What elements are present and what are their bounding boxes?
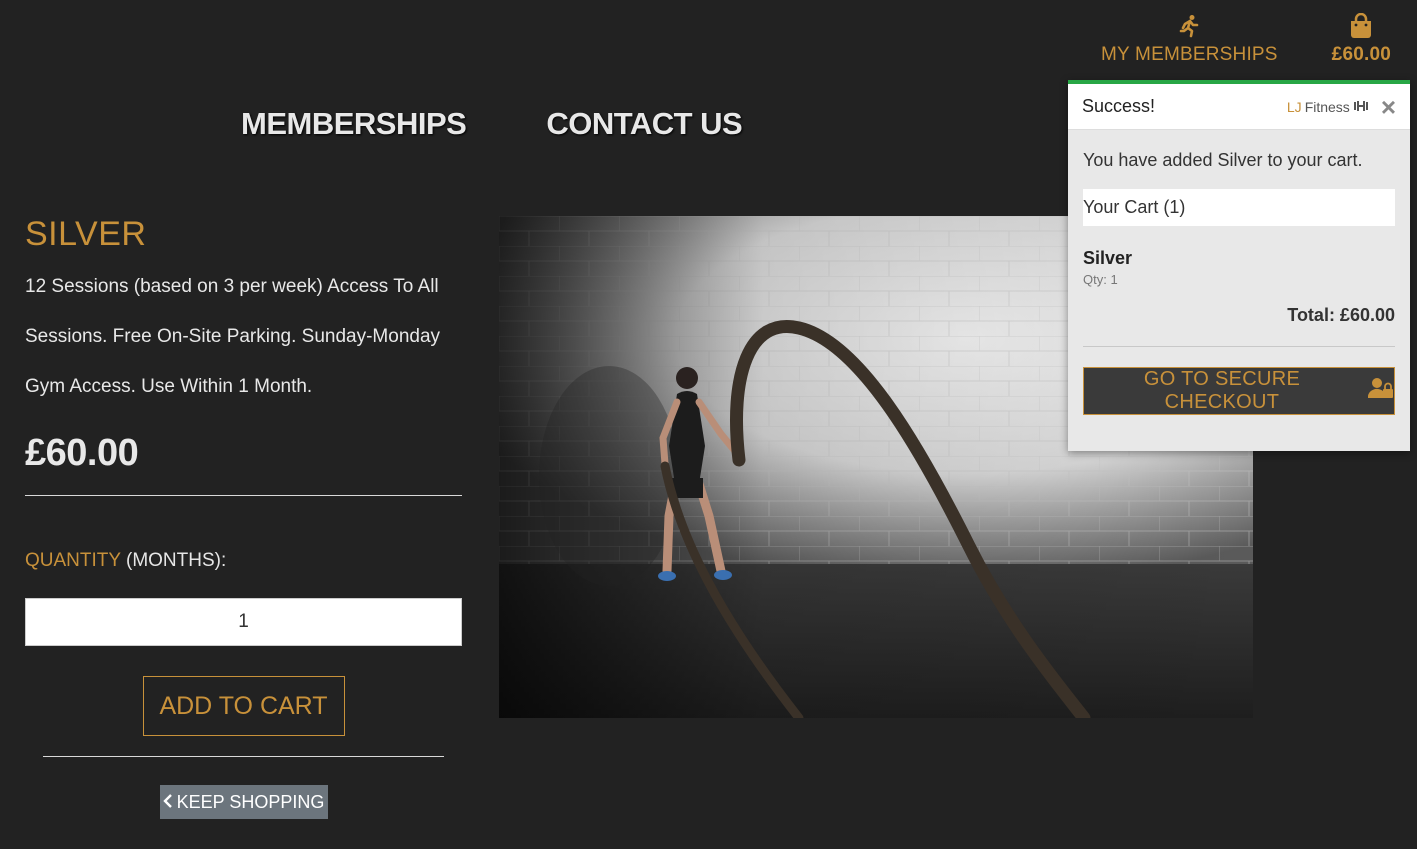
product-price: £60.00 (25, 432, 139, 474)
running-person-icon (1179, 12, 1199, 40)
product-details: SILVER 12 Sessions (based on 3 per week)… (25, 215, 462, 819)
brand-prefix: LJ (1286, 98, 1302, 115)
my-memberships-link[interactable]: MY MEMBERSHIPS (1101, 12, 1278, 66)
toast-body: You have added Silver to your cart. Your… (1068, 130, 1410, 429)
brand-name: Fitness (1304, 98, 1350, 115)
product-title: SILVER (25, 215, 147, 253)
keep-shopping-button[interactable]: KEEP SHOPPING (159, 785, 328, 819)
checkout-label: GO TO SECURE CHECKOUT (1143, 368, 1301, 413)
shopping-bag-icon (1349, 12, 1373, 40)
quantity-label-suffix: (MONTHS): (126, 550, 227, 571)
divider (43, 756, 444, 757)
top-nav: MY MEMBERSHIPS £60.00 (1101, 12, 1391, 66)
cart-item-name: Silver (1083, 248, 1133, 268)
cart-toast: Success! LJ Fitness × You have added Sil… (1068, 80, 1410, 451)
nav-contact-us[interactable]: CONTACT US (546, 106, 742, 142)
keep-shopping-label: KEEP SHOPPING (176, 791, 325, 812)
secure-checkout-button[interactable]: GO TO SECURE CHECKOUT (1083, 367, 1395, 415)
your-cart-label: Your Cart (1) (1083, 189, 1395, 226)
divider (1083, 346, 1395, 347)
quantity-input[interactable] (25, 598, 462, 646)
my-memberships-label: MY MEMBERSHIPS (1101, 44, 1278, 65)
cart-total: £60.00 (1331, 44, 1391, 65)
quantity-label: QUANTITY (MONTHS): (25, 550, 462, 572)
toast-message: You have added Silver to your cart. (1083, 150, 1363, 170)
cart-total-line: Total: £60.00 (1287, 305, 1395, 325)
product-description: 12 Sessions (based on 3 per week) Access… (25, 276, 441, 397)
quantity-label-text: QUANTITY (25, 550, 121, 571)
nav-memberships[interactable]: MEMBERSHIPS (241, 106, 467, 142)
close-icon[interactable]: × (1381, 94, 1396, 120)
toast-header: Success! LJ Fitness × (1068, 84, 1410, 130)
toast-brand: LJ Fitness (1287, 99, 1369, 115)
toast-title: Success! (1082, 96, 1156, 116)
chevron-left-icon (162, 792, 173, 813)
cart-link[interactable]: £60.00 (1332, 12, 1391, 66)
cart-item-qty: Qty: 1 (1083, 272, 1118, 287)
dumbbell-icon (1353, 99, 1369, 115)
divider (25, 495, 462, 496)
add-to-cart-button[interactable]: ADD TO CART (142, 676, 345, 736)
user-lock-icon (1367, 377, 1394, 405)
main-nav: MEMBERSHIPS CONTACT US (241, 106, 743, 142)
